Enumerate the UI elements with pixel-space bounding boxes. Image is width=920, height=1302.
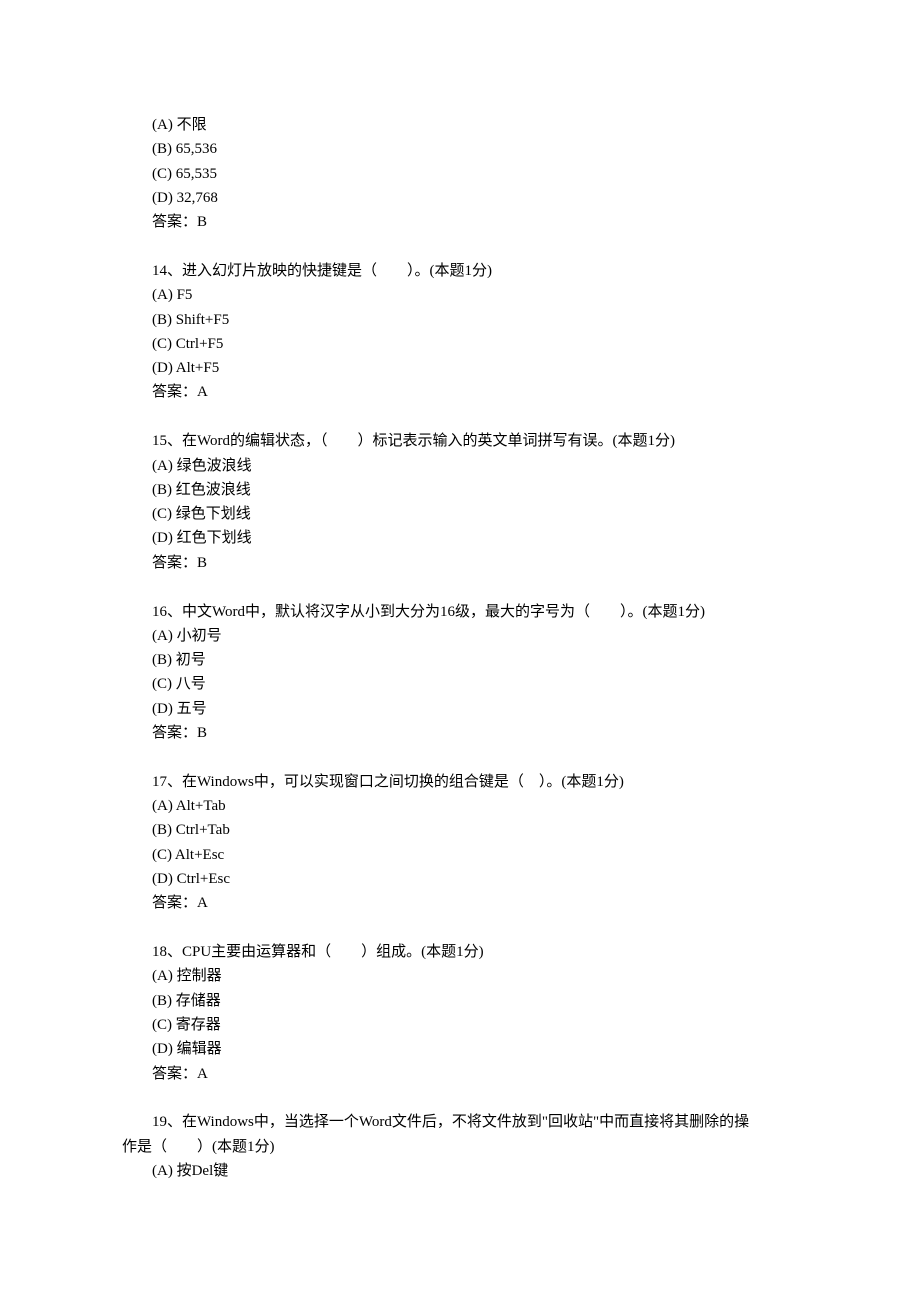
- question-15: 15、在Word的编辑状态，（ ）标记表示输入的英文单词拼写有误。(本题1分) …: [122, 429, 798, 575]
- answer: 答案：B: [122, 721, 798, 745]
- option-c: (C) Alt+Esc: [122, 843, 798, 867]
- question-19: 19、在Windows中，当选择一个Word文件后，不将文件放到"回收站"中而直…: [122, 1110, 798, 1183]
- option-b: (B) 红色波浪线: [122, 478, 798, 502]
- question-16: 16、中文Word中，默认将汉字从小到大分为16级，最大的字号为（ ）。(本题1…: [122, 600, 798, 746]
- option-d: (D) 五号: [122, 697, 798, 721]
- option-d: (D) Alt+F5: [122, 356, 798, 380]
- option-b: (B) 存储器: [122, 989, 798, 1013]
- option-c: (C) 八号: [122, 672, 798, 696]
- option-b: (B) Ctrl+Tab: [122, 818, 798, 842]
- option-a: (A) 按Del键: [122, 1159, 798, 1183]
- question-text: 15、在Word的编辑状态，（ ）标记表示输入的英文单词拼写有误。(本题1分): [122, 429, 798, 453]
- answer: 答案：B: [122, 210, 798, 234]
- question-14: 14、进入幻灯片放映的快捷键是（ ）。(本题1分) (A) F5 (B) Shi…: [122, 259, 798, 405]
- answer: 答案：A: [122, 891, 798, 915]
- document-page: (A) 不限 (B) 65,536 (C) 65,535 (D) 32,768 …: [0, 0, 920, 1302]
- question-text: 14、进入幻灯片放映的快捷键是（ ）。(本题1分): [122, 259, 798, 283]
- answer: 答案：A: [122, 380, 798, 404]
- answer: 答案：A: [122, 1062, 798, 1086]
- option-c: (C) 寄存器: [122, 1013, 798, 1037]
- option-a: (A) 控制器: [122, 964, 798, 988]
- option-d: (D) 红色下划线: [122, 526, 798, 550]
- option-a: (A) F5: [122, 283, 798, 307]
- question-17: 17、在Windows中，可以实现窗口之间切换的组合键是（ ）。(本题1分) (…: [122, 770, 798, 916]
- option-d: (D) Ctrl+Esc: [122, 867, 798, 891]
- answer: 答案：B: [122, 551, 798, 575]
- option-a: (A) 小初号: [122, 624, 798, 648]
- question-18: 18、CPU主要由运算器和（ ）组成。(本题1分) (A) 控制器 (B) 存储…: [122, 940, 798, 1086]
- option-a: (A) 不限: [122, 113, 798, 137]
- question-text: 17、在Windows中，可以实现窗口之间切换的组合键是（ ）。(本题1分): [122, 770, 798, 794]
- option-a: (A) 绿色波浪线: [122, 454, 798, 478]
- question-13-partial: (A) 不限 (B) 65,536 (C) 65,535 (D) 32,768 …: [122, 113, 798, 234]
- option-d: (D) 编辑器: [122, 1037, 798, 1061]
- question-text-line2: 作是（ ）(本题1分): [122, 1135, 798, 1159]
- option-c: (C) 65,535: [122, 162, 798, 186]
- option-c: (C) 绿色下划线: [122, 502, 798, 526]
- option-b: (B) 初号: [122, 648, 798, 672]
- option-b: (B) Shift+F5: [122, 308, 798, 332]
- option-c: (C) Ctrl+F5: [122, 332, 798, 356]
- question-text-line1: 19、在Windows中，当选择一个Word文件后，不将文件放到"回收站"中而直…: [122, 1110, 798, 1134]
- question-text: 18、CPU主要由运算器和（ ）组成。(本题1分): [122, 940, 798, 964]
- option-a: (A) Alt+Tab: [122, 794, 798, 818]
- option-d: (D) 32,768: [122, 186, 798, 210]
- option-b: (B) 65,536: [122, 137, 798, 161]
- question-text: 16、中文Word中，默认将汉字从小到大分为16级，最大的字号为（ ）。(本题1…: [122, 600, 798, 624]
